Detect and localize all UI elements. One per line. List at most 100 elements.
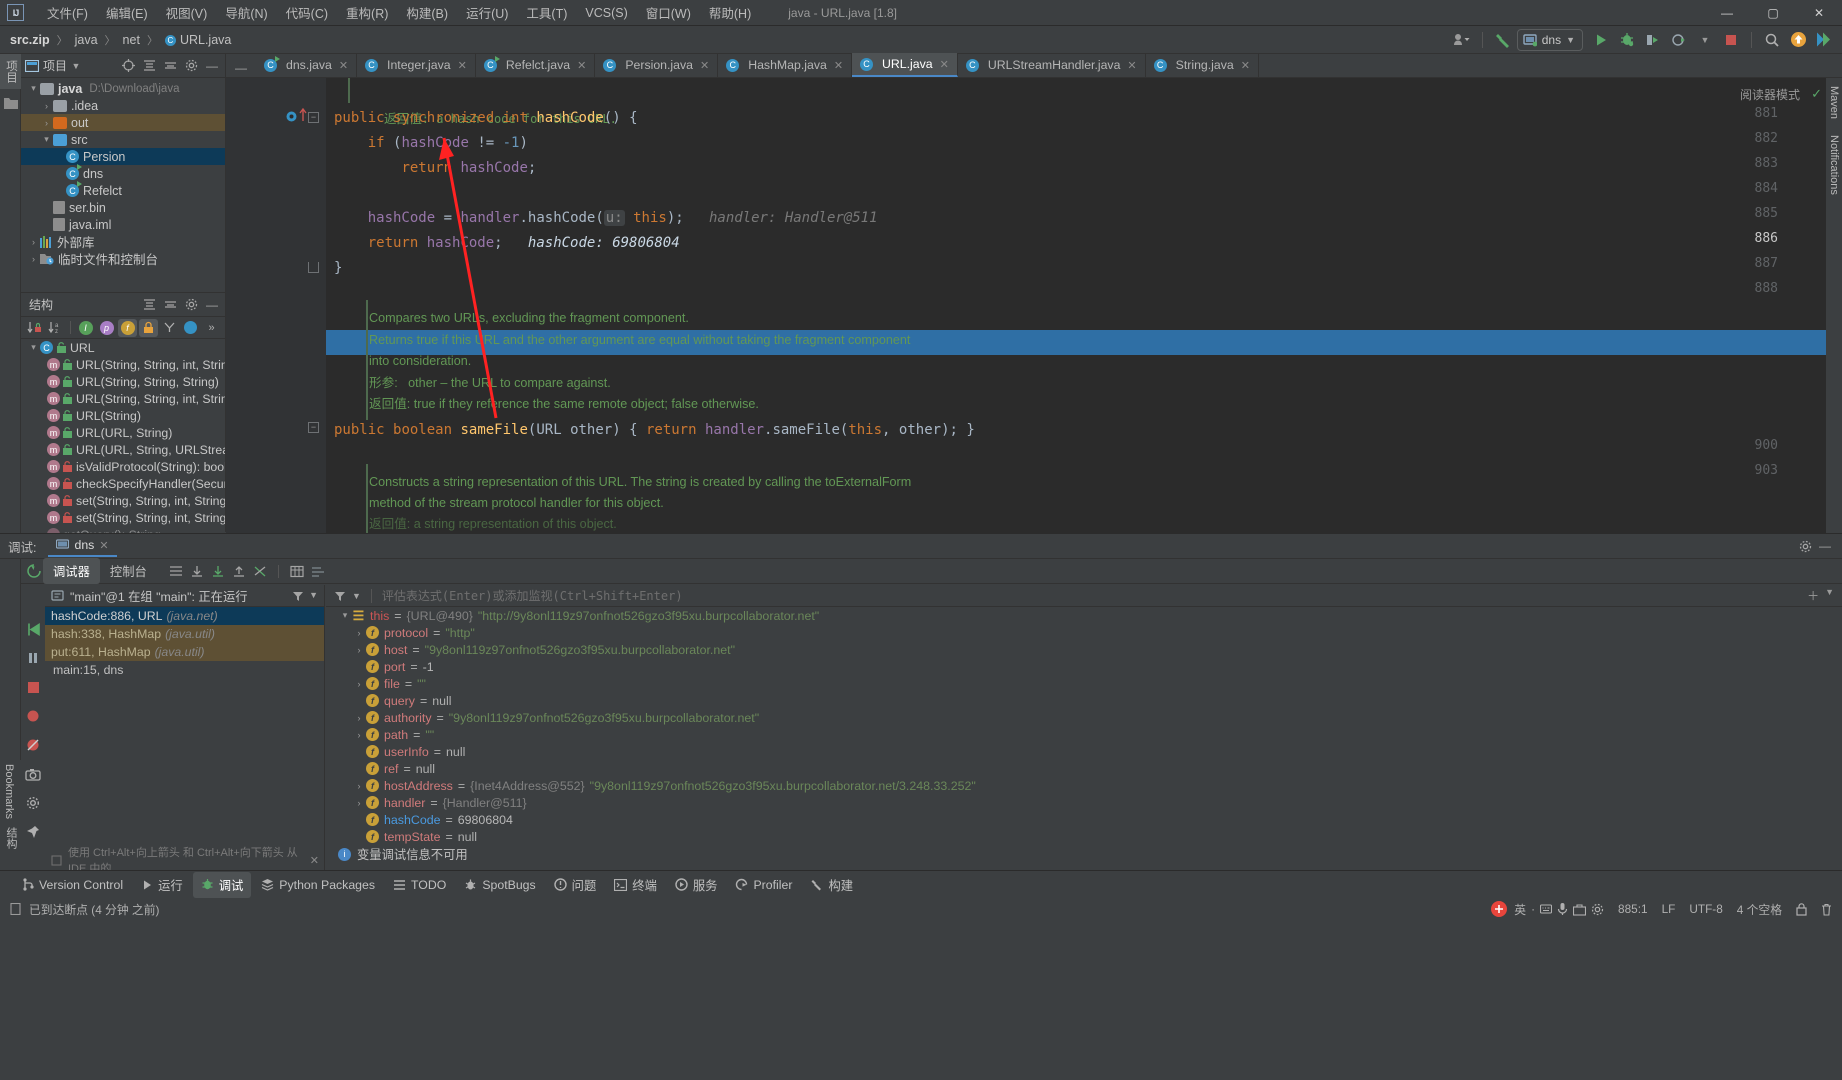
editor-gutter[interactable] bbox=[226, 78, 326, 533]
debug-tab-console[interactable]: 控制台 bbox=[100, 558, 157, 584]
collapse-all-icon[interactable] bbox=[161, 296, 179, 314]
indent-setting[interactable]: 4 个空格 bbox=[1737, 901, 1782, 918]
hide-editor-tabs-icon[interactable]: — bbox=[232, 59, 250, 77]
debug-session-tab[interactable]: dns ✕ bbox=[48, 535, 117, 557]
chevron-down-icon[interactable]: ▼ bbox=[352, 591, 361, 601]
chevron-down-icon[interactable]: ▼ bbox=[309, 590, 318, 602]
chevron-right-icon[interactable]: › bbox=[352, 713, 366, 723]
sort-alphabetically-icon[interactable]: az bbox=[46, 319, 65, 337]
lock-icon[interactable] bbox=[1796, 902, 1807, 916]
editor-tab-integer[interactable]: C Integer.java ✕ bbox=[357, 53, 476, 77]
editor-tab-urlstreamhandler[interactable]: C URLStreamHandler.java ✕ bbox=[958, 53, 1146, 77]
close-icon[interactable]: ✕ bbox=[940, 58, 949, 71]
menu-item-tools[interactable]: 工具(T) bbox=[517, 0, 576, 25]
bottom-tab-python-packages[interactable]: Python Packages bbox=[253, 874, 383, 896]
tree-row-refelct[interactable]: C Refelct bbox=[21, 181, 225, 199]
variable-row-authority[interactable]: › f authority = "9y8onl119z97onfnot526gz… bbox=[326, 709, 1842, 726]
search-everywhere-icon[interactable] bbox=[1760, 29, 1784, 51]
variable-row-tempstate[interactable]: f tempState = null bbox=[326, 828, 1842, 845]
show-interfaces-icon[interactable] bbox=[181, 319, 200, 337]
folder-icon[interactable] bbox=[0, 97, 20, 109]
menu-item-vcs[interactable]: VCS(S) bbox=[576, 3, 636, 23]
run-icon[interactable] bbox=[1589, 29, 1613, 51]
breakpoint-icon[interactable] bbox=[286, 111, 297, 122]
breadcrumb-item-java[interactable]: java bbox=[75, 33, 98, 47]
tree-row-external-libraries[interactable]: › 外部库 bbox=[21, 233, 225, 250]
frame-row-hashcode[interactable]: hashCode:886, URL (java.net) bbox=[45, 607, 324, 625]
restore-layout-icon[interactable] bbox=[188, 562, 206, 580]
chevron-right-icon[interactable]: › bbox=[27, 237, 40, 247]
structure-row-method[interactable]: m URL(String, String, int, String bbox=[21, 390, 225, 407]
menu-item-refactor[interactable]: 重构(R) bbox=[337, 0, 397, 25]
code-fold-icon[interactable]: − bbox=[308, 422, 319, 433]
menu-item-help[interactable]: 帮助(H) bbox=[700, 0, 760, 25]
gear-icon[interactable] bbox=[182, 296, 200, 314]
close-icon[interactable]: ✕ bbox=[1127, 59, 1136, 72]
chevron-right-icon[interactable]: › bbox=[40, 101, 53, 111]
chevron-right-icon[interactable]: › bbox=[352, 730, 366, 740]
structure-row-method[interactable]: m URL(URL, String, URLStream bbox=[21, 441, 225, 458]
tree-row-serbin[interactable]: ser.bin bbox=[21, 199, 225, 216]
chevron-down-icon[interactable]: ▼ bbox=[67, 57, 85, 75]
menu-item-window[interactable]: 窗口(W) bbox=[637, 0, 700, 25]
chevron-right-icon[interactable]: › bbox=[352, 781, 366, 791]
run-with-coverage-icon[interactable] bbox=[1641, 29, 1665, 51]
expand-all-icon[interactable] bbox=[140, 57, 158, 75]
evaluate-input[interactable]: 评估表达式(Enter)或添加监视(Ctrl+Shift+Enter) bbox=[382, 587, 683, 604]
tree-row-persion[interactable]: C Persion bbox=[21, 148, 225, 165]
chevron-right-icon[interactable]: › bbox=[27, 254, 40, 264]
chevron-down-icon[interactable]: ▾ bbox=[27, 83, 40, 94]
variable-row-this[interactable]: ▾ ☰ this = {URL@490} "http://9y8onl119z9… bbox=[326, 607, 1842, 624]
menu-item-code[interactable]: 代码(C) bbox=[277, 0, 337, 25]
menu-item-build[interactable]: 构建(B) bbox=[397, 0, 457, 25]
chevron-down-icon[interactable]: ▾ bbox=[40, 134, 53, 145]
breadcrumb-item-srczip[interactable]: src.zip bbox=[10, 33, 50, 47]
line-separator[interactable]: LF bbox=[1662, 902, 1676, 916]
chevron-right-icon[interactable]: › bbox=[352, 645, 366, 655]
hammer-build-icon[interactable] bbox=[1491, 29, 1515, 51]
add-watch-icon[interactable]: ＋ bbox=[1807, 587, 1819, 604]
ime-indicator[interactable]: 英 · bbox=[1489, 900, 1604, 918]
show-non-public-icon[interactable] bbox=[139, 318, 158, 337]
collapse-all-icon[interactable] bbox=[161, 57, 179, 75]
close-icon[interactable]: ✕ bbox=[99, 539, 108, 552]
variable-row-hashcode[interactable]: f hashCode = 69806804 bbox=[326, 811, 1842, 828]
chevron-down-icon[interactable]: ▾ bbox=[27, 342, 40, 353]
variable-row-path[interactable]: › f path = "" bbox=[326, 726, 1842, 743]
export-threads-icon[interactable] bbox=[209, 562, 227, 580]
settings-gear-icon[interactable] bbox=[23, 793, 43, 813]
structure-row-method[interactable]: m URL(String) bbox=[21, 407, 225, 424]
close-button[interactable]: ✕ bbox=[1796, 0, 1842, 26]
bottom-tab-debug[interactable]: 调试 bbox=[192, 871, 252, 898]
menu-item-edit[interactable]: 编辑(E) bbox=[97, 0, 157, 25]
tool-tab-structure[interactable]: 结构 bbox=[0, 823, 22, 853]
editor-tab-refelct[interactable]: C Refelct.java ✕ bbox=[476, 53, 596, 77]
code-fold-icon[interactable]: − bbox=[308, 112, 319, 123]
menu-item-view[interactable]: 视图(V) bbox=[157, 0, 217, 25]
close-icon[interactable]: ✕ bbox=[700, 59, 709, 72]
chevron-right-icon[interactable]: › bbox=[352, 628, 366, 638]
menu-item-file[interactable]: 文件(F) bbox=[38, 0, 97, 25]
project-tree[interactable]: ▾ java D:\Download\java › .idea › out ▾ … bbox=[21, 78, 225, 267]
mute-breakpoints-icon[interactable] bbox=[23, 735, 43, 755]
gear-icon[interactable] bbox=[182, 57, 200, 75]
editor-tab-dns[interactable]: C dns.java ✕ bbox=[256, 53, 358, 77]
expand-all-icon[interactable] bbox=[140, 296, 158, 314]
mute-breakpoints-icon[interactable] bbox=[251, 562, 269, 580]
breadcrumb-item-net[interactable]: net bbox=[123, 33, 140, 47]
editor-tab-persion[interactable]: C Persion.java ✕ bbox=[595, 53, 719, 77]
bottom-tab-run[interactable]: 运行 bbox=[133, 872, 191, 898]
sort-by-visibility-icon[interactable] bbox=[25, 319, 44, 337]
minimize-button[interactable]: — bbox=[1704, 0, 1750, 26]
tree-row-java[interactable]: ▾ java D:\Download\java bbox=[21, 80, 225, 97]
pause-program-icon[interactable] bbox=[23, 648, 43, 668]
show-anonymous-icon[interactable] bbox=[160, 319, 179, 337]
stop-icon[interactable] bbox=[1719, 29, 1743, 51]
chevron-right-icon[interactable]: › bbox=[352, 679, 366, 689]
tool-tab-notifications[interactable]: Notifications bbox=[1826, 127, 1842, 203]
show-properties-icon[interactable]: p bbox=[97, 319, 116, 337]
tree-row-src[interactable]: ▾ src bbox=[21, 131, 225, 148]
file-encoding[interactable]: UTF-8 bbox=[1689, 902, 1722, 916]
menu-item-run[interactable]: 运行(U) bbox=[457, 0, 517, 25]
close-icon[interactable]: ✕ bbox=[577, 59, 586, 72]
